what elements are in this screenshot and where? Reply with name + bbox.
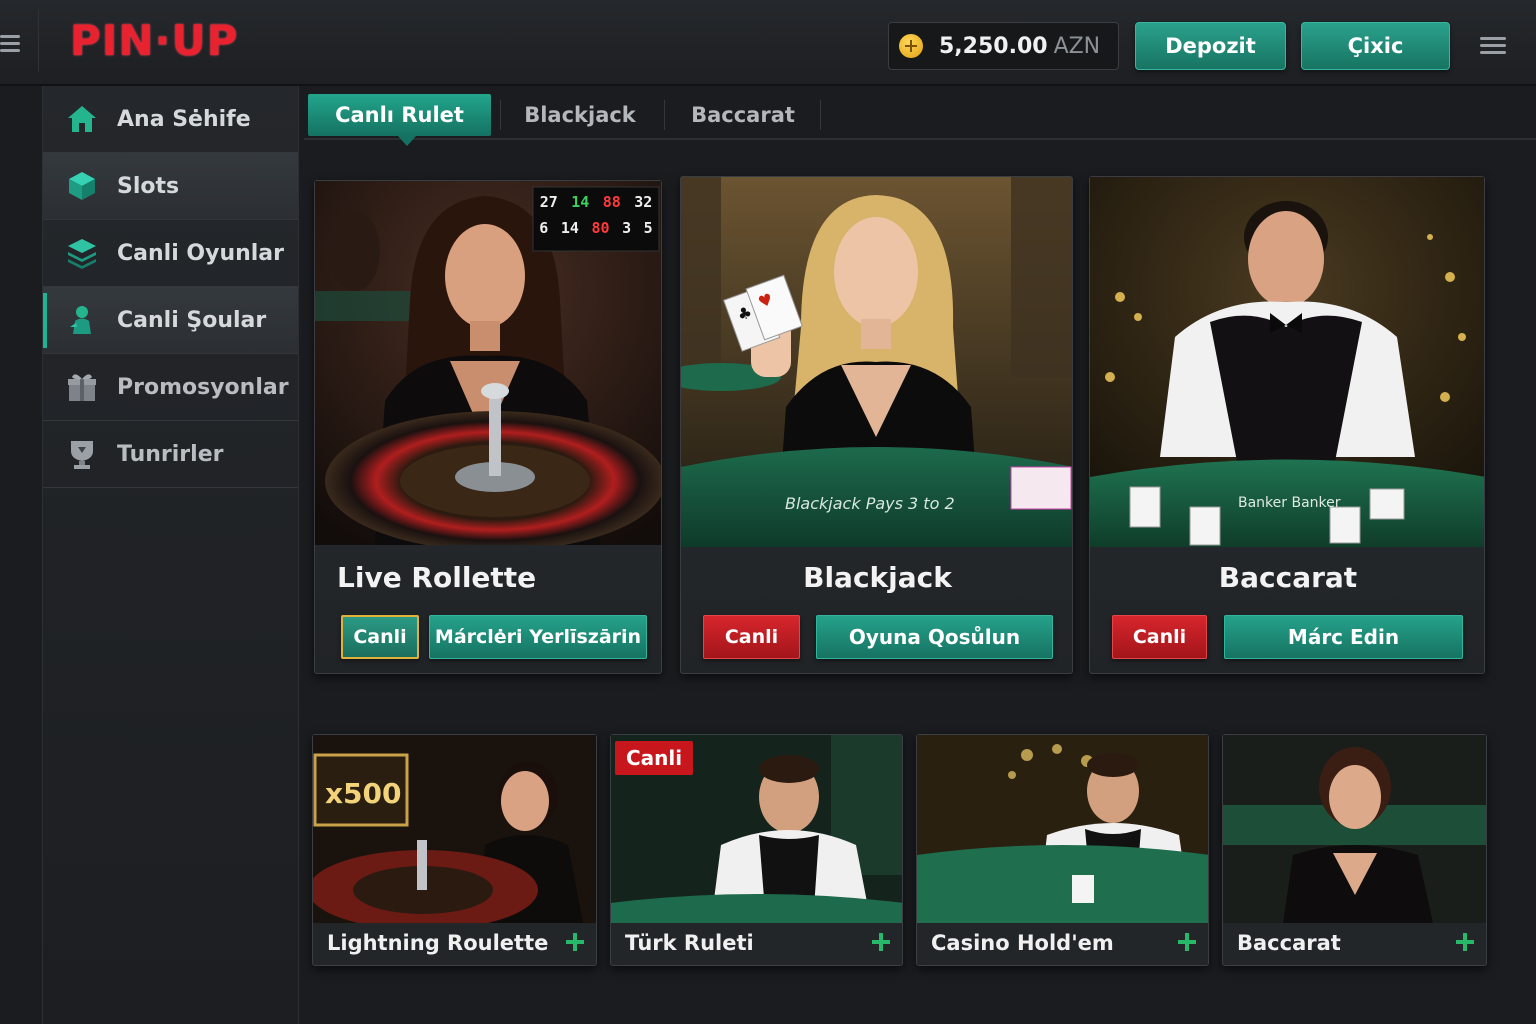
place-bets-button[interactable]: Márclėri Yerlīszārin xyxy=(429,615,647,659)
tab-divider xyxy=(500,100,501,130)
game-card-turk-ruleti[interactable]: Canli Türk Ruleti xyxy=(610,734,903,966)
add-favorite-icon[interactable] xyxy=(872,933,890,951)
live-badge: Canli xyxy=(1112,615,1207,659)
result-number: 3 xyxy=(622,219,632,237)
add-favorite-icon[interactable] xyxy=(1178,933,1196,951)
result-number: 6 xyxy=(539,219,549,237)
game-card-baccarat-small[interactable]: Baccarat xyxy=(1222,734,1487,966)
roulette-scoreboard: 27 14 88 32 6 14 80 3 5 xyxy=(533,193,659,237)
sidebar-item-live-shows[interactable]: Canli Şoular xyxy=(43,287,298,354)
tab-live-roulette[interactable]: Canlı Rulet xyxy=(308,94,491,146)
game-title: Baccarat xyxy=(1218,561,1358,594)
join-game-button[interactable]: Oyuna Qosůlun xyxy=(816,615,1053,659)
svg-text:Blackjack Pays 3 to 2: Blackjack Pays 3 to 2 xyxy=(785,494,955,513)
performer-icon xyxy=(65,303,99,337)
sidebar-item-promotions[interactable]: Promosyonlar xyxy=(43,354,298,421)
result-number: 80 xyxy=(591,219,610,237)
sidebar-item-label: Ana Sėhife xyxy=(117,106,251,132)
result-number: 88 xyxy=(602,193,621,211)
dealer-image xyxy=(917,735,1208,923)
balance-amount: 5,250.00 xyxy=(939,33,1048,59)
game-title: Casino Hold'em xyxy=(931,931,1114,955)
brand-logo[interactable]: PIN·UP xyxy=(70,16,238,66)
layers-icon xyxy=(65,236,99,270)
place-bet-button[interactable]: Márc Edin xyxy=(1224,615,1463,659)
result-number: 32 xyxy=(634,193,653,211)
game-title: Baccarat xyxy=(1237,931,1341,955)
game-title: Lightning Roulette xyxy=(327,931,549,955)
header-divider xyxy=(38,10,39,72)
tab-blackjack[interactable]: Blackjack xyxy=(504,94,656,136)
menu-icon[interactable] xyxy=(0,35,20,55)
add-favorite-icon[interactable] xyxy=(1456,933,1474,951)
dealer-image: 27 14 88 32 6 14 80 3 5 xyxy=(315,181,661,545)
dealer-image: ♥ ♣ Blackjack Pays 3 to 2 xyxy=(681,177,1072,547)
result-number: 5 xyxy=(643,219,653,237)
game-card-blackjack[interactable]: ♥ ♣ Blackjack Pays 3 to 2 Blackjack Canli… xyxy=(680,176,1073,674)
game-title: Live Rollette xyxy=(337,561,537,594)
game-card-live-roulette[interactable]: 27 14 88 32 6 14 80 3 5 Live Rollette Ca… xyxy=(314,180,662,674)
result-number: 14 xyxy=(560,219,579,237)
balance-currency: AZN xyxy=(1053,33,1101,59)
sidebar-item-label: Canli Oyunlar xyxy=(117,240,284,266)
gift-icon xyxy=(65,370,99,404)
sidebar-item-home[interactable]: Ana Sėhife xyxy=(43,86,298,153)
sidebar-item-label: Slots xyxy=(117,173,180,199)
game-card-casino-holdem[interactable]: Casino Hold'em xyxy=(916,734,1209,966)
sidebar-item-tournaments[interactable]: Tunrirler xyxy=(43,421,298,488)
cube-icon xyxy=(65,169,99,203)
trophy-icon xyxy=(65,437,99,471)
tab-divider xyxy=(820,100,821,130)
felt-label: Banker Banker xyxy=(1238,495,1341,511)
add-favorite-icon[interactable] xyxy=(566,933,584,951)
result-number: 14 xyxy=(571,193,590,211)
sidebar-item-slots[interactable]: Slots xyxy=(43,153,298,220)
top-bar: PIN·UP 5,250.00 AZN Depozit Çixic xyxy=(0,0,1536,86)
game-title: Türk Ruleti xyxy=(625,931,754,955)
dealer-image: Canli xyxy=(611,735,902,923)
sidebar: Ana Sėhife Slots Canli Oyunlar Canli Şou… xyxy=(42,86,299,1024)
sidebar-item-label: Promosyonlar xyxy=(117,374,289,400)
result-number: 27 xyxy=(539,193,558,211)
dealer-image xyxy=(1223,735,1486,923)
live-badge: Canli xyxy=(341,615,419,659)
tab-baccarat[interactable]: Baccarat xyxy=(668,94,818,136)
sidebar-item-label: Canli Şoular xyxy=(117,307,267,333)
menu-icon[interactable] xyxy=(1480,37,1506,58)
game-card-lightning-roulette[interactable]: x500 Lightning Roulette xyxy=(312,734,597,966)
tab-divider xyxy=(664,100,665,130)
sidebar-item-label: Tunrirler xyxy=(117,441,224,467)
live-badge: Canli xyxy=(703,615,800,659)
category-tabs: Canlı Rulet Blackjack Baccarat xyxy=(304,92,1536,146)
dealer-image: Banker Banker xyxy=(1090,177,1484,547)
coin-icon xyxy=(899,34,923,58)
home-icon xyxy=(65,102,99,136)
balance-display: 5,250.00 AZN xyxy=(888,22,1119,70)
game-card-baccarat[interactable]: Banker Banker Baccarat Canli Márc Edin xyxy=(1089,176,1485,674)
deposit-button[interactable]: Depozit xyxy=(1135,22,1286,70)
withdraw-button[interactable]: Çixic xyxy=(1301,22,1450,70)
live-badge: Canli xyxy=(615,741,693,775)
sidebar-item-live-games[interactable]: Canli Oyunlar xyxy=(43,220,298,287)
dealer-image: x500 xyxy=(313,735,596,923)
game-title: Blackjack xyxy=(803,561,952,594)
multiplier-badge: x500 xyxy=(325,777,402,810)
